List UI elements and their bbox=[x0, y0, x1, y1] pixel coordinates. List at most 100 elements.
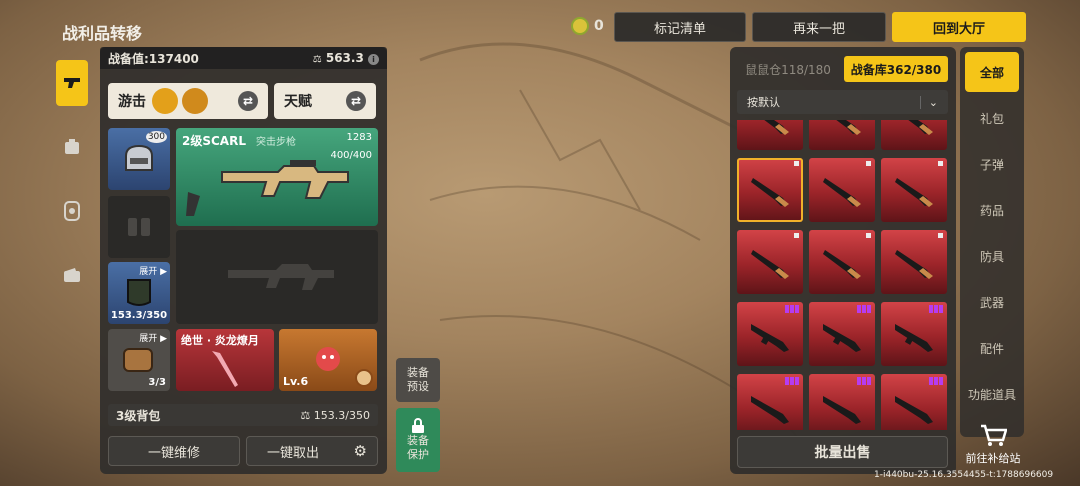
equip-preset-button[interactable]: 装备预设 bbox=[396, 358, 440, 402]
info-icon[interactable]: i bbox=[368, 54, 379, 65]
assault-rifle-icon bbox=[895, 396, 933, 424]
sort-dropdown[interactable]: 按默认 ⌄ bbox=[737, 90, 948, 114]
storage-item[interactable] bbox=[809, 230, 875, 294]
swap-talent-icon[interactable]: ⇄ bbox=[346, 91, 366, 111]
primary-weapon-type: 突击步枪 bbox=[256, 137, 296, 148]
lock-icon bbox=[412, 417, 424, 433]
swap-mode-icon[interactable]: ⇄ bbox=[238, 91, 258, 111]
storage-grid bbox=[737, 120, 948, 430]
wallet-icon bbox=[64, 268, 80, 282]
rifle-icon bbox=[823, 178, 861, 207]
rarity-marker bbox=[857, 377, 871, 385]
take-all-label: 一键取出 bbox=[267, 445, 320, 461]
secondary-weapon-slot[interactable] bbox=[176, 230, 378, 324]
storage-item[interactable] bbox=[881, 302, 947, 366]
rifle-icon bbox=[751, 250, 789, 279]
assault-rifle-icon bbox=[895, 324, 933, 352]
item-marker bbox=[794, 233, 799, 238]
side-tab-wallet[interactable] bbox=[56, 252, 88, 298]
armor-icon bbox=[127, 279, 151, 306]
mode-badge2-icon bbox=[182, 88, 208, 114]
helmet-icon bbox=[125, 144, 153, 171]
bag-slot[interactable]: 展开 ▶ 3/3 bbox=[108, 329, 170, 391]
supply-station-button[interactable]: 前往补给站 bbox=[958, 424, 1028, 470]
storage-item[interactable] bbox=[809, 374, 875, 430]
spear-icon bbox=[212, 351, 238, 387]
build-id: 1-i440bu-25.16.3554455-t:1788696609 bbox=[874, 470, 1054, 480]
item-marker bbox=[794, 161, 799, 166]
assault-rifle-icon bbox=[751, 396, 789, 424]
category-ammo[interactable]: 子弹 bbox=[965, 144, 1019, 184]
helmet-slot[interactable]: 300 bbox=[108, 128, 170, 190]
rarity-marker bbox=[785, 305, 799, 313]
storage-item[interactable] bbox=[737, 230, 803, 294]
rifle-icon bbox=[836, 120, 861, 135]
item-marker bbox=[866, 161, 871, 166]
back-to-lobby-button[interactable]: 回到大厅 bbox=[892, 12, 1026, 42]
tab-mouse-storage[interactable]: 鼠鼠仓118/180 bbox=[738, 56, 838, 82]
backpack-capacity: 153.3/350 bbox=[313, 408, 370, 422]
side-tab-skill[interactable] bbox=[56, 188, 88, 234]
storage-item[interactable] bbox=[881, 230, 947, 294]
equip-protect-label: 装备保护 bbox=[407, 433, 429, 461]
storage-item[interactable] bbox=[809, 302, 875, 366]
storage-item[interactable] bbox=[737, 158, 803, 222]
page-title: 战利品转移 bbox=[62, 24, 143, 43]
backpack-icon bbox=[65, 139, 79, 154]
category-armor[interactable]: 防具 bbox=[965, 236, 1019, 276]
assault-rifle-icon bbox=[751, 324, 789, 352]
side-tab-bag[interactable] bbox=[56, 124, 88, 170]
equip-protect-button[interactable]: 装备保护 bbox=[396, 408, 440, 472]
chevron-down-icon: ⌄ bbox=[919, 95, 938, 109]
storage-item[interactable] bbox=[881, 158, 947, 222]
bag-count: 3/3 bbox=[148, 377, 166, 388]
take-all-button[interactable]: 一键取出 ⚙ bbox=[246, 436, 378, 466]
talent-selector[interactable]: 天赋 ⇄ bbox=[274, 83, 376, 119]
item-marker bbox=[938, 233, 943, 238]
category-medicine[interactable]: 药品 bbox=[965, 190, 1019, 230]
gun-icon bbox=[64, 78, 80, 88]
tab-armory[interactable]: 战备库362/380 bbox=[844, 56, 948, 82]
settings-icon[interactable]: ⚙ bbox=[354, 442, 367, 460]
melee-slot[interactable]: 绝世 · 炎龙燎月 bbox=[176, 329, 274, 391]
category-attachment[interactable]: 配件 bbox=[965, 328, 1019, 368]
storage-item[interactable] bbox=[737, 120, 803, 150]
rifle-icon bbox=[823, 250, 861, 279]
storage-item[interactable] bbox=[881, 374, 947, 430]
storage-item[interactable] bbox=[881, 120, 947, 150]
storage-item[interactable] bbox=[737, 302, 803, 366]
rarity-marker bbox=[929, 377, 943, 385]
repair-all-button[interactable]: 一键维修 bbox=[108, 436, 240, 466]
backpack-name: 3级背包 bbox=[116, 408, 161, 423]
supply-station-label: 前往补给站 bbox=[965, 452, 1021, 465]
primary-weapon-name: 2级SCARL bbox=[182, 134, 246, 148]
backpack-row[interactable]: 3级背包 ⚖ 153.3/350 bbox=[108, 404, 378, 426]
rifle-icon bbox=[895, 178, 933, 207]
mode-selector[interactable]: 游击 ⇄ bbox=[108, 83, 268, 119]
storage-item[interactable] bbox=[809, 120, 875, 150]
bulk-sell-button[interactable]: 批量出售 bbox=[737, 436, 948, 468]
empty-rifle-icon bbox=[228, 264, 334, 290]
rarity-marker bbox=[929, 305, 943, 313]
equip-value-row: 战备值:137400 ⚖ 563.3 i bbox=[100, 47, 387, 69]
side-tab-weapon[interactable] bbox=[56, 60, 88, 106]
mode-badge-icon bbox=[152, 88, 178, 114]
pet-food-icon[interactable] bbox=[355, 369, 373, 387]
play-again-button[interactable]: 再来一把 bbox=[752, 12, 886, 42]
magazine-icon bbox=[186, 192, 200, 216]
vest-slot[interactable] bbox=[108, 196, 170, 258]
helmet-level-badge: 300 bbox=[145, 131, 167, 143]
pet-slot[interactable]: Lv.6 bbox=[279, 329, 377, 391]
category-gift[interactable]: 礼包 bbox=[965, 98, 1019, 138]
storage-item[interactable] bbox=[809, 158, 875, 222]
talent-label: 天赋 bbox=[284, 94, 312, 110]
category-all[interactable]: 全部 bbox=[965, 52, 1019, 92]
category-utility[interactable]: 功能道具 bbox=[960, 374, 1024, 414]
primary-weapon-slot[interactable]: 2级SCARL 突击步枪 1283 400/400 bbox=[176, 128, 378, 226]
mark-list-button[interactable]: 标记清单 bbox=[614, 12, 746, 42]
sort-label: 按默认 bbox=[747, 96, 780, 109]
armor-slot[interactable]: 展开 ▶ 153.3/350 bbox=[108, 262, 170, 324]
storage-item[interactable] bbox=[737, 374, 803, 430]
category-weapon[interactable]: 武器 bbox=[965, 282, 1019, 322]
skill-icon bbox=[64, 201, 80, 221]
